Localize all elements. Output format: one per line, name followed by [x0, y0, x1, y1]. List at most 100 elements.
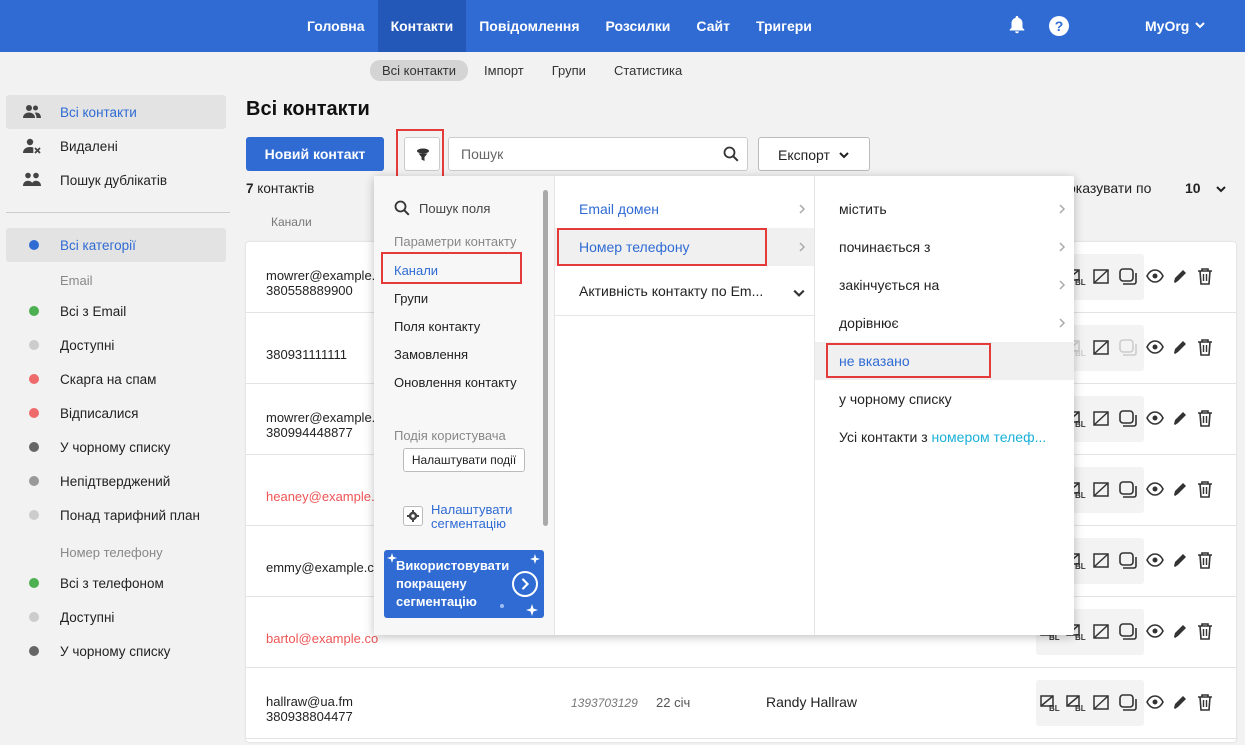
view-icon[interactable] — [1146, 693, 1164, 711]
contact-channels: bartol@example.co — [266, 631, 378, 646]
condition-ends-with[interactable]: закінчується на — [815, 266, 1074, 304]
table-row[interactable]: hallraw@ua.fm 380938804477 1393703129 22 сі… — [246, 668, 1236, 739]
unsubscribe-icon[interactable] — [1092, 410, 1112, 428]
message-icon[interactable] — [1118, 339, 1138, 357]
sidebar-item-email-5[interactable]: Непідтверджений — [6, 464, 226, 498]
filter-item-contact-fields[interactable]: Поля контакту — [394, 319, 480, 334]
condition-in-blacklist[interactable]: у чорному списку — [815, 380, 1074, 418]
message-icon[interactable] — [1118, 410, 1138, 428]
edit-icon[interactable] — [1171, 267, 1189, 285]
search-box[interactable] — [448, 137, 748, 171]
sidebar-item-label: Всі контакти — [60, 104, 137, 120]
unsubscribe-icon[interactable] — [1092, 481, 1112, 499]
subnav-all-contacts[interactable]: Всі контакти — [370, 60, 469, 81]
message-icon[interactable] — [1118, 623, 1138, 641]
edit-icon[interactable] — [1171, 338, 1189, 356]
scrollbar[interactable] — [543, 190, 548, 526]
page-size-select[interactable]: 10 — [1185, 180, 1201, 196]
delete-icon[interactable] — [1196, 622, 1214, 640]
contact-name[interactable]: Randy Hallraw — [766, 694, 857, 710]
contact-id: 1393703129 — [571, 696, 638, 710]
nav-contacts[interactable]: Контакти — [377, 0, 467, 52]
sidebar-item-email-6[interactable]: Понад тарифний план — [6, 498, 226, 532]
filter-item-orders[interactable]: Замовлення — [394, 347, 468, 362]
view-icon[interactable] — [1146, 480, 1164, 498]
nav-site[interactable]: Сайт — [683, 0, 743, 52]
unsubscribe-icon[interactable] — [1092, 339, 1112, 357]
subnav-statistics[interactable]: Статистика — [602, 60, 694, 81]
delete-icon[interactable] — [1196, 551, 1214, 569]
message-icon[interactable] — [1118, 552, 1138, 570]
delete-icon[interactable] — [1196, 693, 1214, 711]
condition-all-with-phone[interactable]: Усі контакти з номером телеф... — [815, 418, 1074, 456]
email-blacklist-icon[interactable]: BL — [1066, 694, 1086, 712]
filter-field-email-activity[interactable]: Активність контакту по Em... — [555, 272, 814, 316]
delete-icon[interactable] — [1196, 267, 1214, 285]
promo-banner[interactable]: Використовувати покращену сегментацію — [384, 550, 544, 618]
filter-item-contact-update[interactable]: Оновлення контакту — [394, 375, 517, 390]
edit-icon[interactable] — [1171, 622, 1189, 640]
configure-segmentation-button[interactable] — [403, 506, 423, 526]
search-icon[interactable] — [723, 146, 739, 162]
condition-contains[interactable]: містить — [815, 190, 1074, 228]
view-icon[interactable] — [1146, 338, 1164, 356]
nav-triggers[interactable]: Тригери — [743, 0, 825, 52]
condition-equals[interactable]: дорівнює — [815, 304, 1074, 342]
sidebar-item-email-3[interactable]: Відписалися — [6, 396, 226, 430]
edit-icon[interactable] — [1171, 409, 1189, 427]
svg-text:BL: BL — [1075, 633, 1086, 641]
unsubscribe-icon[interactable] — [1092, 694, 1112, 712]
sidebar-item-phone-1[interactable]: Доступні — [6, 600, 226, 634]
bell-icon[interactable] — [1006, 14, 1028, 36]
sidebar-item-duplicates[interactable]: Пошук дублікатів — [6, 163, 226, 197]
subnav-import[interactable]: Імпорт — [472, 60, 536, 81]
chevron-down-icon[interactable] — [1195, 20, 1205, 30]
delete-icon[interactable] — [1196, 338, 1214, 356]
field-search-input[interactable]: Пошук поля — [419, 201, 490, 216]
view-icon[interactable] — [1146, 551, 1164, 569]
edit-icon[interactable] — [1171, 693, 1189, 711]
help-icon[interactable]: ? — [1049, 16, 1069, 36]
configure-events-button[interactable]: Налаштувати події — [403, 448, 525, 472]
sidebar-item-all-categories[interactable]: Всі категорії — [6, 228, 226, 262]
condition-label: починається з — [839, 239, 931, 255]
filter-item-groups[interactable]: Групи — [394, 291, 428, 306]
contact-channels: 380931111111 — [266, 347, 347, 362]
arrow-right-icon[interactable] — [512, 571, 538, 597]
subnav-groups[interactable]: Групи — [540, 60, 598, 81]
edit-icon[interactable] — [1171, 480, 1189, 498]
view-icon[interactable] — [1146, 622, 1164, 640]
export-button[interactable]: Експорт — [758, 137, 870, 171]
new-contact-button[interactable]: Новий контакт — [246, 137, 384, 171]
sidebar-item-all-contacts[interactable]: Всі контакти — [6, 95, 226, 129]
message-icon[interactable] — [1118, 481, 1138, 499]
edit-icon[interactable] — [1171, 551, 1189, 569]
sidebar-item-email-2[interactable]: Скарга на спам — [6, 362, 226, 396]
unsubscribe-icon[interactable] — [1092, 268, 1112, 286]
configure-segmentation-link[interactable]: Налаштувати сегментацію — [431, 503, 541, 531]
delete-icon[interactable] — [1196, 409, 1214, 427]
unsubscribe-icon[interactable] — [1092, 552, 1112, 570]
filter-field-email-domain[interactable]: Email домен — [555, 190, 814, 228]
sidebar-item-email-0[interactable]: Всі з Email — [6, 294, 226, 328]
nav-messages[interactable]: Повідомлення — [466, 0, 592, 52]
chevron-down-icon[interactable] — [1216, 184, 1226, 194]
org-switcher[interactable]: MyOrg — [1145, 0, 1189, 52]
sms-blacklist-icon[interactable]: BL — [1040, 694, 1060, 712]
message-icon[interactable] — [1118, 268, 1138, 286]
delete-icon[interactable] — [1196, 480, 1214, 498]
nav-campaigns[interactable]: Розсилки — [593, 0, 684, 52]
sidebar-item-email-4[interactable]: У чорному списку — [6, 430, 226, 464]
condition-starts-with[interactable]: починається з — [815, 228, 1074, 266]
nav-home[interactable]: Головна — [294, 0, 378, 52]
sidebar-item-phone-2[interactable]: У чорному списку — [6, 634, 226, 668]
message-icon[interactable] — [1118, 694, 1138, 712]
sidebar-item-deleted[interactable]: Видалені — [6, 129, 226, 163]
sidebar-item-phone-0[interactable]: Всі з телефоном — [6, 566, 226, 600]
sidebar-item-email-1[interactable]: Доступні — [6, 328, 226, 362]
view-icon[interactable] — [1146, 409, 1164, 427]
unsubscribe-icon[interactable] — [1092, 623, 1112, 641]
gear-icon — [407, 510, 419, 522]
view-icon[interactable] — [1146, 267, 1164, 285]
search-input[interactable] — [461, 146, 711, 162]
